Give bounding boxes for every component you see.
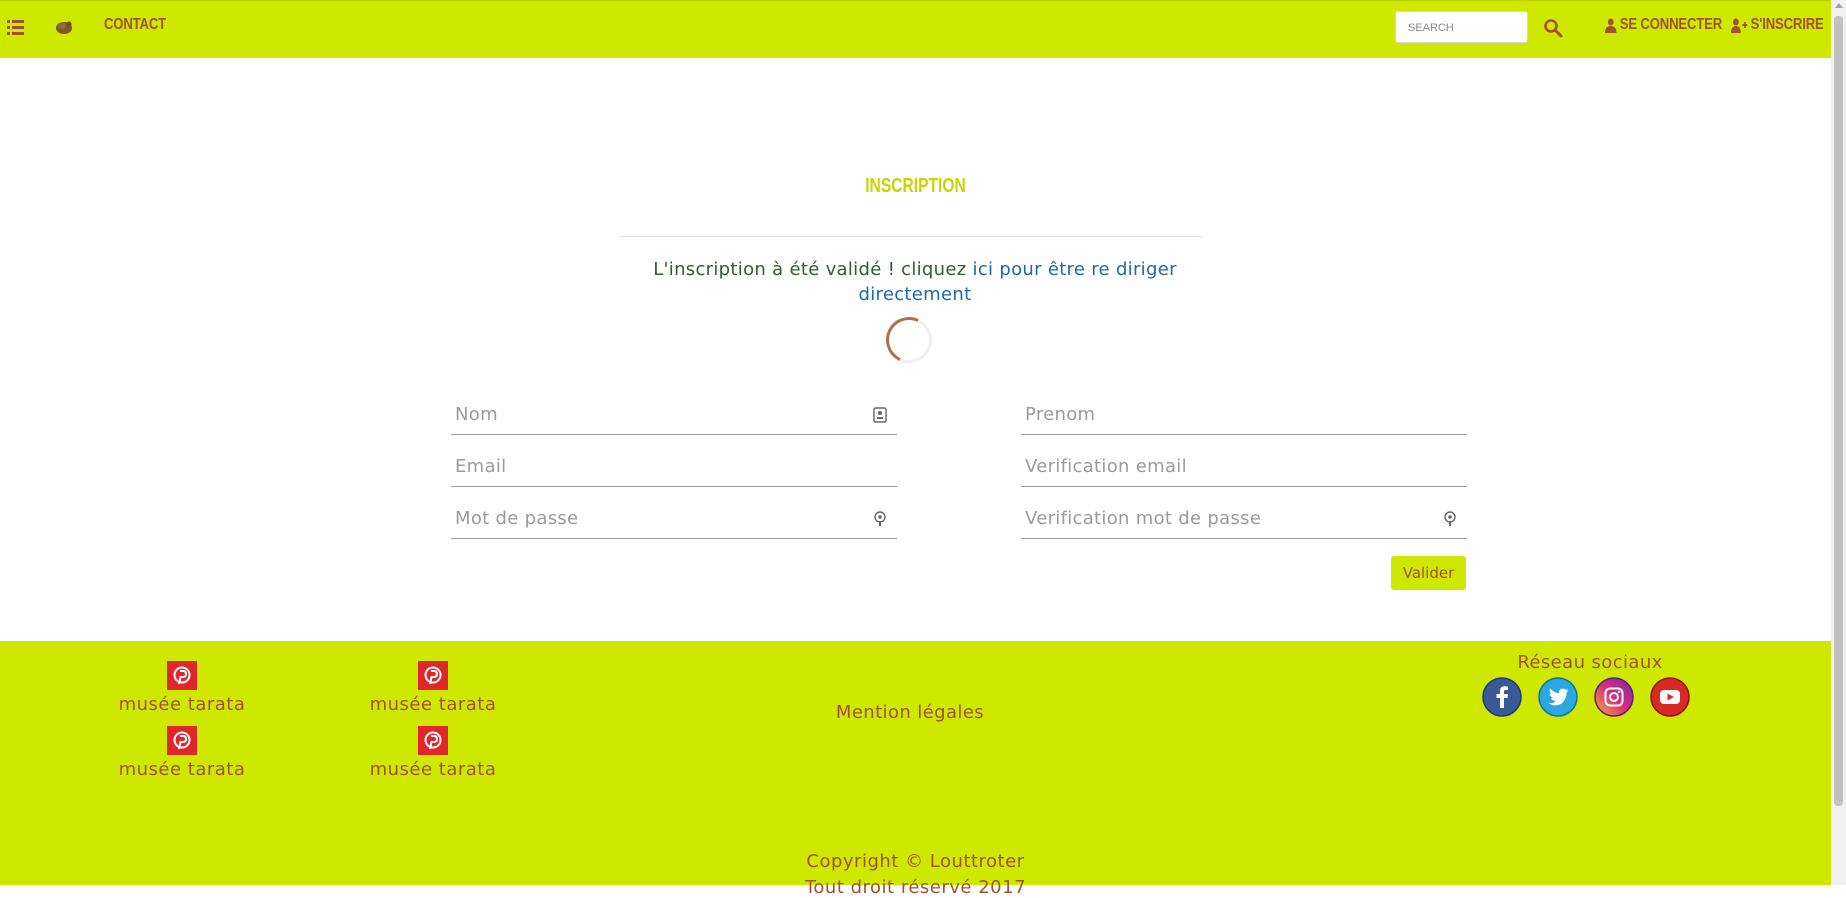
nom-input[interactable] [453,396,857,432]
copyright-text: Copyright © Louttroter [806,851,1025,872]
pinterest-link[interactable]: musée tarata [102,726,262,780]
login-link[interactable]: Se connecter [1605,16,1722,34]
signup-label: S'inscrire [1750,16,1824,33]
social-title: Réseau sociaux [1517,652,1663,673]
email-field-wrapper [451,448,897,487]
top-navbar: Contact Se connecter S'inscrire [0,0,1831,58]
user-icon [1605,18,1617,33]
search-input[interactable] [1395,11,1528,43]
pinterest-label: musée tarata [118,759,246,780]
key-icon [873,511,887,527]
menu-icon[interactable] [7,19,24,36]
key-icon [1443,511,1457,527]
pinterest-link[interactable]: musée tarata [353,661,513,715]
legal-mentions-link[interactable]: Mention légales [800,702,1020,723]
user-plus-icon [1731,18,1748,33]
submit-button[interactable]: Valider [1391,556,1466,590]
social-icons [1482,677,1692,717]
login-label: Se connecter [1619,16,1723,33]
pinterest-link[interactable]: musée tarata [353,726,513,780]
verif-password-input[interactable] [1023,500,1427,536]
nom-field-wrapper [451,396,897,435]
password-input[interactable] [453,500,857,536]
page-title: Inscription [865,175,966,197]
id-card-icon [873,407,887,423]
password-field-wrapper [451,500,897,539]
title-divider [619,236,1203,237]
twitter-icon[interactable] [1538,677,1578,717]
pinterest-label: musée tarata [369,694,497,715]
email-input[interactable] [453,448,857,484]
facebook-icon[interactable] [1482,677,1522,717]
youtube-icon[interactable] [1650,677,1690,717]
scrollbar-thumb[interactable] [1834,16,1843,806]
footer: musée tarata musée tarata musée tarata m… [0,641,1831,898]
success-message: L'inscription à été validé ! cliquez ici… [630,257,1200,307]
pinterest-icon [167,661,197,690]
prenom-input[interactable] [1023,396,1427,432]
pinterest-icon [167,726,197,755]
logo-icon[interactable] [54,17,74,37]
scroll-up-arrow-icon[interactable] [1835,3,1843,8]
contact-link[interactable]: Contact [104,16,166,34]
pinterest-label: musée tarata [369,759,497,780]
pinterest-icon [418,726,448,755]
rights-text: Tout droit réservé 2017 [804,877,1027,898]
pinterest-label: musée tarata [118,694,246,715]
signup-link[interactable]: S'inscrire [1731,16,1824,34]
prenom-field-wrapper [1021,396,1467,435]
verif-email-field-wrapper [1021,448,1467,487]
search-icon[interactable] [1543,18,1563,38]
loading-spinner [879,310,939,370]
redirect-link-ici[interactable]: ici [973,259,994,280]
verif-password-field-wrapper [1021,500,1467,539]
pinterest-link[interactable]: musée tarata [102,661,262,715]
pinterest-icon [418,661,448,690]
instagram-icon[interactable] [1594,677,1634,717]
success-message-text: L'inscription à été validé ! cliquez [653,259,973,280]
verif-email-input[interactable] [1023,448,1427,484]
vertical-scrollbar[interactable] [1831,0,1846,885]
